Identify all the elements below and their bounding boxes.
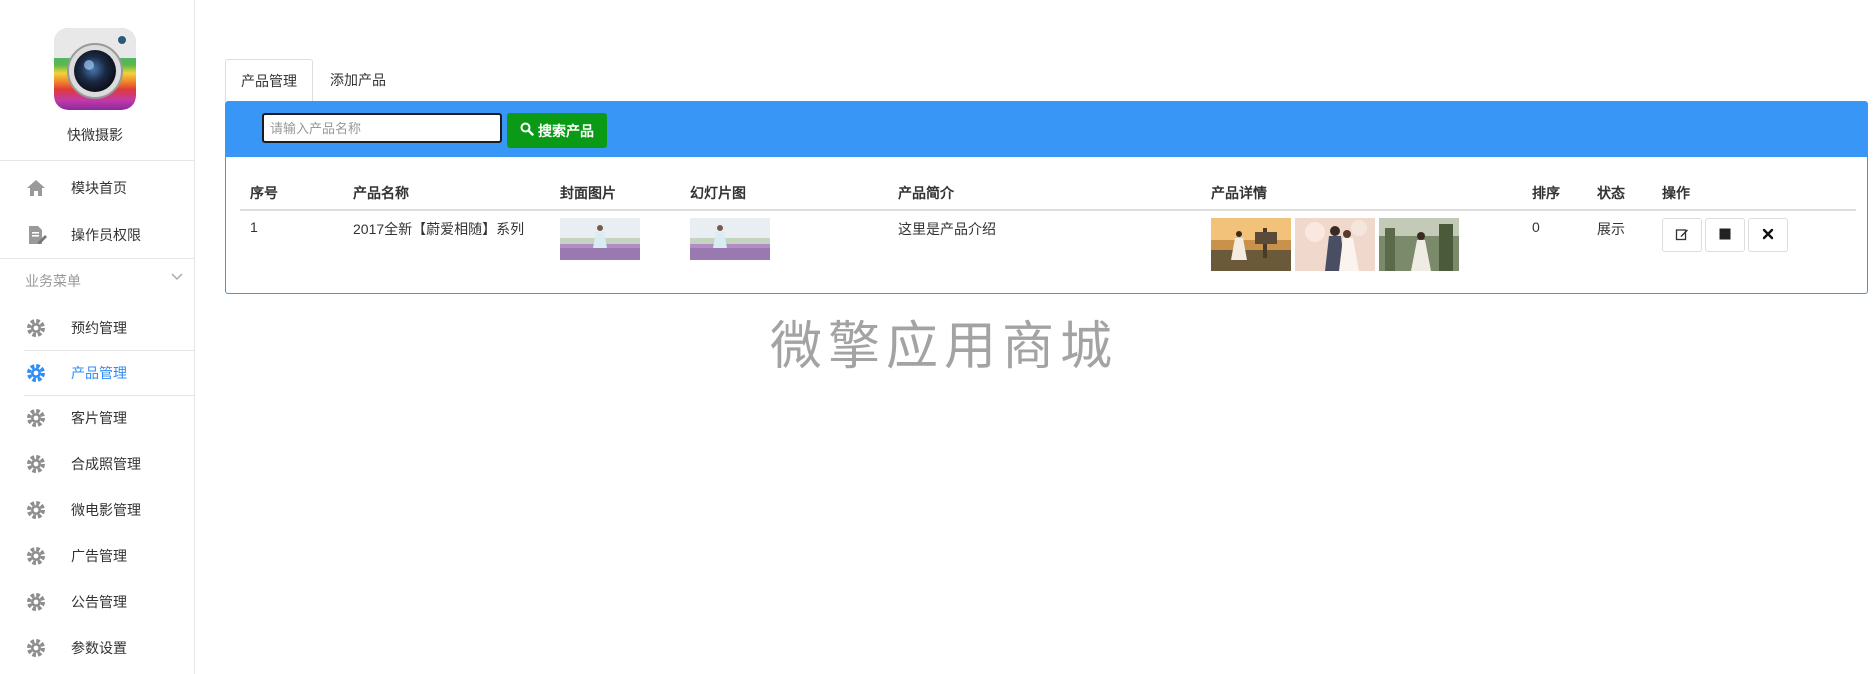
row-index: 1 (250, 219, 258, 235)
column-header: 封面图片 (560, 185, 616, 201)
sidebar-item-label: 预约管理 (71, 320, 127, 336)
app-name: 快微摄影 (67, 127, 123, 143)
sidebar-item-label: 合成照管理 (71, 456, 141, 472)
search-icon (520, 122, 534, 139)
sort-order: 0 (1532, 219, 1540, 235)
toggle-status-button[interactable] (1705, 218, 1745, 252)
column-header: 产品名称 (353, 185, 409, 201)
gear-icon (25, 453, 47, 475)
gear-icon (25, 407, 47, 429)
menu-group-label: 业务菜单 (25, 273, 81, 289)
product-panel: 搜索产品 序号 产品名称 封面图片 幻灯片图 产品简介 产品详情 排序 状态 操… (225, 101, 1868, 294)
sidebar-item-settings[interactable]: 参数设置 (0, 627, 194, 667)
gear-icon (25, 545, 47, 567)
search-button-label: 搜索产品 (538, 122, 594, 139)
search-input[interactable] (262, 113, 502, 143)
sidebar-item-label: 客片管理 (71, 410, 127, 426)
gear-icon (25, 317, 47, 339)
column-header: 排序 (1532, 185, 1560, 201)
sidebar-item-booking[interactable]: 预约管理 (0, 307, 194, 347)
tab-add-product[interactable]: 添加产品 (315, 59, 401, 101)
edit-icon (1675, 227, 1689, 244)
status-badge: 展示 (1597, 221, 1625, 237)
column-header: 产品简介 (898, 185, 954, 201)
detail-image (1295, 218, 1375, 271)
sidebar-item-module-home[interactable]: 模块首页 (0, 167, 194, 207)
slide-image (690, 218, 770, 260)
divider (24, 350, 194, 351)
stop-icon (1719, 227, 1731, 243)
divider (0, 258, 194, 259)
sidebar-item-label: 模块首页 (71, 180, 127, 196)
sidebar: 快微摄影 模块首页 操作员权限 业务菜单 预约管理 产品管理 客片管理 合成照管… (0, 0, 195, 674)
column-header: 序号 (250, 185, 278, 201)
delete-button[interactable] (1748, 218, 1788, 252)
sidebar-item-products[interactable]: 产品管理 (0, 352, 194, 392)
divider (24, 395, 194, 396)
close-icon (1762, 227, 1774, 243)
gear-icon (25, 637, 47, 659)
sidebar-item-composite-photos[interactable]: 合成照管理 (0, 443, 194, 483)
column-header: 幻灯片图 (690, 185, 746, 201)
sidebar-item-label: 操作员权限 (71, 227, 141, 243)
sidebar-header: 快微摄影 (0, 0, 194, 161)
sidebar-item-operator-permissions[interactable]: 操作员权限 (0, 214, 194, 254)
sidebar-item-client-photos[interactable]: 客片管理 (0, 397, 194, 437)
sidebar-item-label: 微电影管理 (71, 502, 141, 518)
sidebar-item-label: 公告管理 (71, 594, 127, 610)
sidebar-item-announcements[interactable]: 公告管理 (0, 581, 194, 621)
home-icon (25, 177, 47, 199)
column-header: 操作 (1662, 185, 1690, 201)
sidebar-item-label: 广告管理 (71, 548, 127, 564)
sidebar-item-ads[interactable]: 广告管理 (0, 535, 194, 575)
sidebar-item-micro-films[interactable]: 微电影管理 (0, 489, 194, 529)
sidebar-item-label: 参数设置 (71, 640, 127, 656)
cover-image (560, 218, 640, 260)
column-header: 状态 (1597, 185, 1625, 201)
sidebar-item-label: 产品管理 (71, 365, 127, 381)
search-button[interactable]: 搜索产品 (507, 113, 607, 148)
table-header-divider (240, 209, 1856, 211)
edit-button[interactable] (1662, 218, 1702, 252)
column-header: 产品详情 (1211, 185, 1267, 201)
watermark: 微擎应用商城 (770, 317, 1119, 377)
tab-product-management[interactable]: 产品管理 (225, 59, 313, 101)
detail-image (1379, 218, 1459, 271)
gear-icon (25, 499, 47, 521)
app-logo (54, 28, 136, 110)
document-edit-icon (25, 224, 47, 246)
product-name: 2017全新【蔚爱相随】系列 (353, 221, 525, 237)
chevron-down-icon[interactable] (170, 270, 184, 284)
gear-icon (25, 591, 47, 613)
gear-icon (25, 362, 47, 384)
detail-image (1211, 218, 1291, 271)
product-intro: 这里是产品介绍 (898, 221, 996, 237)
search-bar: 搜索产品 (226, 102, 1867, 157)
